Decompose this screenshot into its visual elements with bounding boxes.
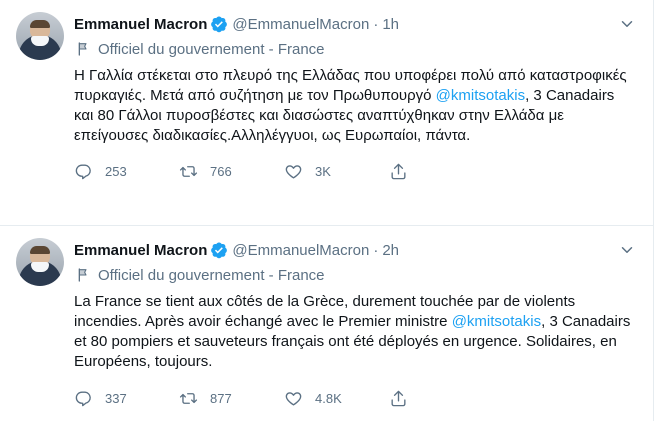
timestamp[interactable]: 1h bbox=[382, 16, 399, 33]
reply-icon bbox=[75, 390, 91, 406]
tweet-content: Emmanuel Macron @EmmanuelMacron · 2h Off… bbox=[74, 238, 637, 408]
author-handle[interactable]: @EmmanuelMacron bbox=[232, 242, 369, 259]
separator: · bbox=[373, 15, 379, 33]
heart-icon bbox=[285, 164, 302, 179]
tweet-header: Emmanuel Macron @EmmanuelMacron · 2h bbox=[74, 238, 637, 262]
reply-icon bbox=[75, 163, 91, 179]
flag-icon bbox=[78, 268, 87, 282]
author-name[interactable]: Emmanuel Macron bbox=[74, 16, 207, 33]
tweet-header: Emmanuel Macron @EmmanuelMacron · 1h bbox=[74, 12, 637, 36]
author-name[interactable]: Emmanuel Macron bbox=[74, 242, 207, 259]
mention-link[interactable]: @kmitsotakis bbox=[452, 313, 541, 330]
share-icon bbox=[391, 163, 406, 179]
reply-count: 253 bbox=[105, 163, 127, 179]
share-button[interactable] bbox=[389, 388, 429, 408]
label-text[interactable]: Officiel du gouvernement - France bbox=[98, 41, 325, 58]
like-button[interactable]: 3K bbox=[284, 161, 389, 181]
separator: · bbox=[373, 241, 379, 259]
verified-badge-icon bbox=[211, 242, 228, 259]
like-count: 3K bbox=[315, 163, 331, 179]
share-button[interactable] bbox=[389, 161, 429, 181]
label-text[interactable]: Officiel du gouvernement - France bbox=[98, 267, 325, 284]
timestamp[interactable]: 2h bbox=[382, 242, 399, 259]
tweet-actions: 337 877 4.8K bbox=[74, 388, 544, 408]
government-label: Officiel du gouvernement - France bbox=[74, 264, 637, 286]
like-button[interactable]: 4.8K bbox=[284, 388, 389, 408]
tweet-text: Η Γαλλία στέκεται στο πλευρό της Ελλάδας… bbox=[74, 66, 637, 146]
avatar-mask bbox=[31, 36, 49, 46]
author-handle[interactable]: @EmmanuelMacron bbox=[232, 16, 369, 33]
avatar-hair bbox=[30, 246, 50, 254]
tweet-content: Emmanuel Macron @EmmanuelMacron · 1h Off… bbox=[74, 12, 637, 181]
chevron-down-icon[interactable] bbox=[617, 240, 637, 260]
flag-icon bbox=[78, 42, 87, 56]
retweet-count: 877 bbox=[210, 390, 232, 406]
retweet-count: 766 bbox=[210, 163, 232, 179]
share-icon bbox=[391, 390, 406, 406]
tweet[interactable]: Emmanuel Macron @EmmanuelMacron · 1h Off… bbox=[0, 0, 653, 226]
timeline: Emmanuel Macron @EmmanuelMacron · 1h Off… bbox=[0, 0, 654, 421]
chevron-down-icon[interactable] bbox=[617, 14, 637, 34]
retweet-icon bbox=[179, 392, 198, 404]
heart-icon bbox=[285, 391, 302, 406]
verified-badge-icon bbox=[211, 16, 228, 33]
retweet-button[interactable]: 877 bbox=[179, 388, 284, 408]
reply-button[interactable]: 253 bbox=[74, 161, 179, 181]
mention-link[interactable]: @kmitsotakis bbox=[436, 87, 525, 104]
reply-count: 337 bbox=[105, 390, 127, 406]
government-label: Officiel du gouvernement - France bbox=[74, 38, 637, 60]
retweet-button[interactable]: 766 bbox=[179, 161, 284, 181]
avatar-hair bbox=[30, 20, 50, 28]
retweet-icon bbox=[179, 165, 198, 177]
tweet[interactable]: Emmanuel Macron @EmmanuelMacron · 2h Off… bbox=[0, 226, 653, 421]
like-count: 4.8K bbox=[315, 390, 342, 406]
tweet-text: La France se tient aux côtés de la Grèce… bbox=[74, 292, 637, 372]
tweet-actions: 253 766 3K bbox=[74, 161, 544, 181]
avatar[interactable] bbox=[16, 12, 64, 60]
avatar[interactable] bbox=[16, 238, 64, 286]
avatar-mask bbox=[31, 262, 49, 272]
reply-button[interactable]: 337 bbox=[74, 388, 179, 408]
